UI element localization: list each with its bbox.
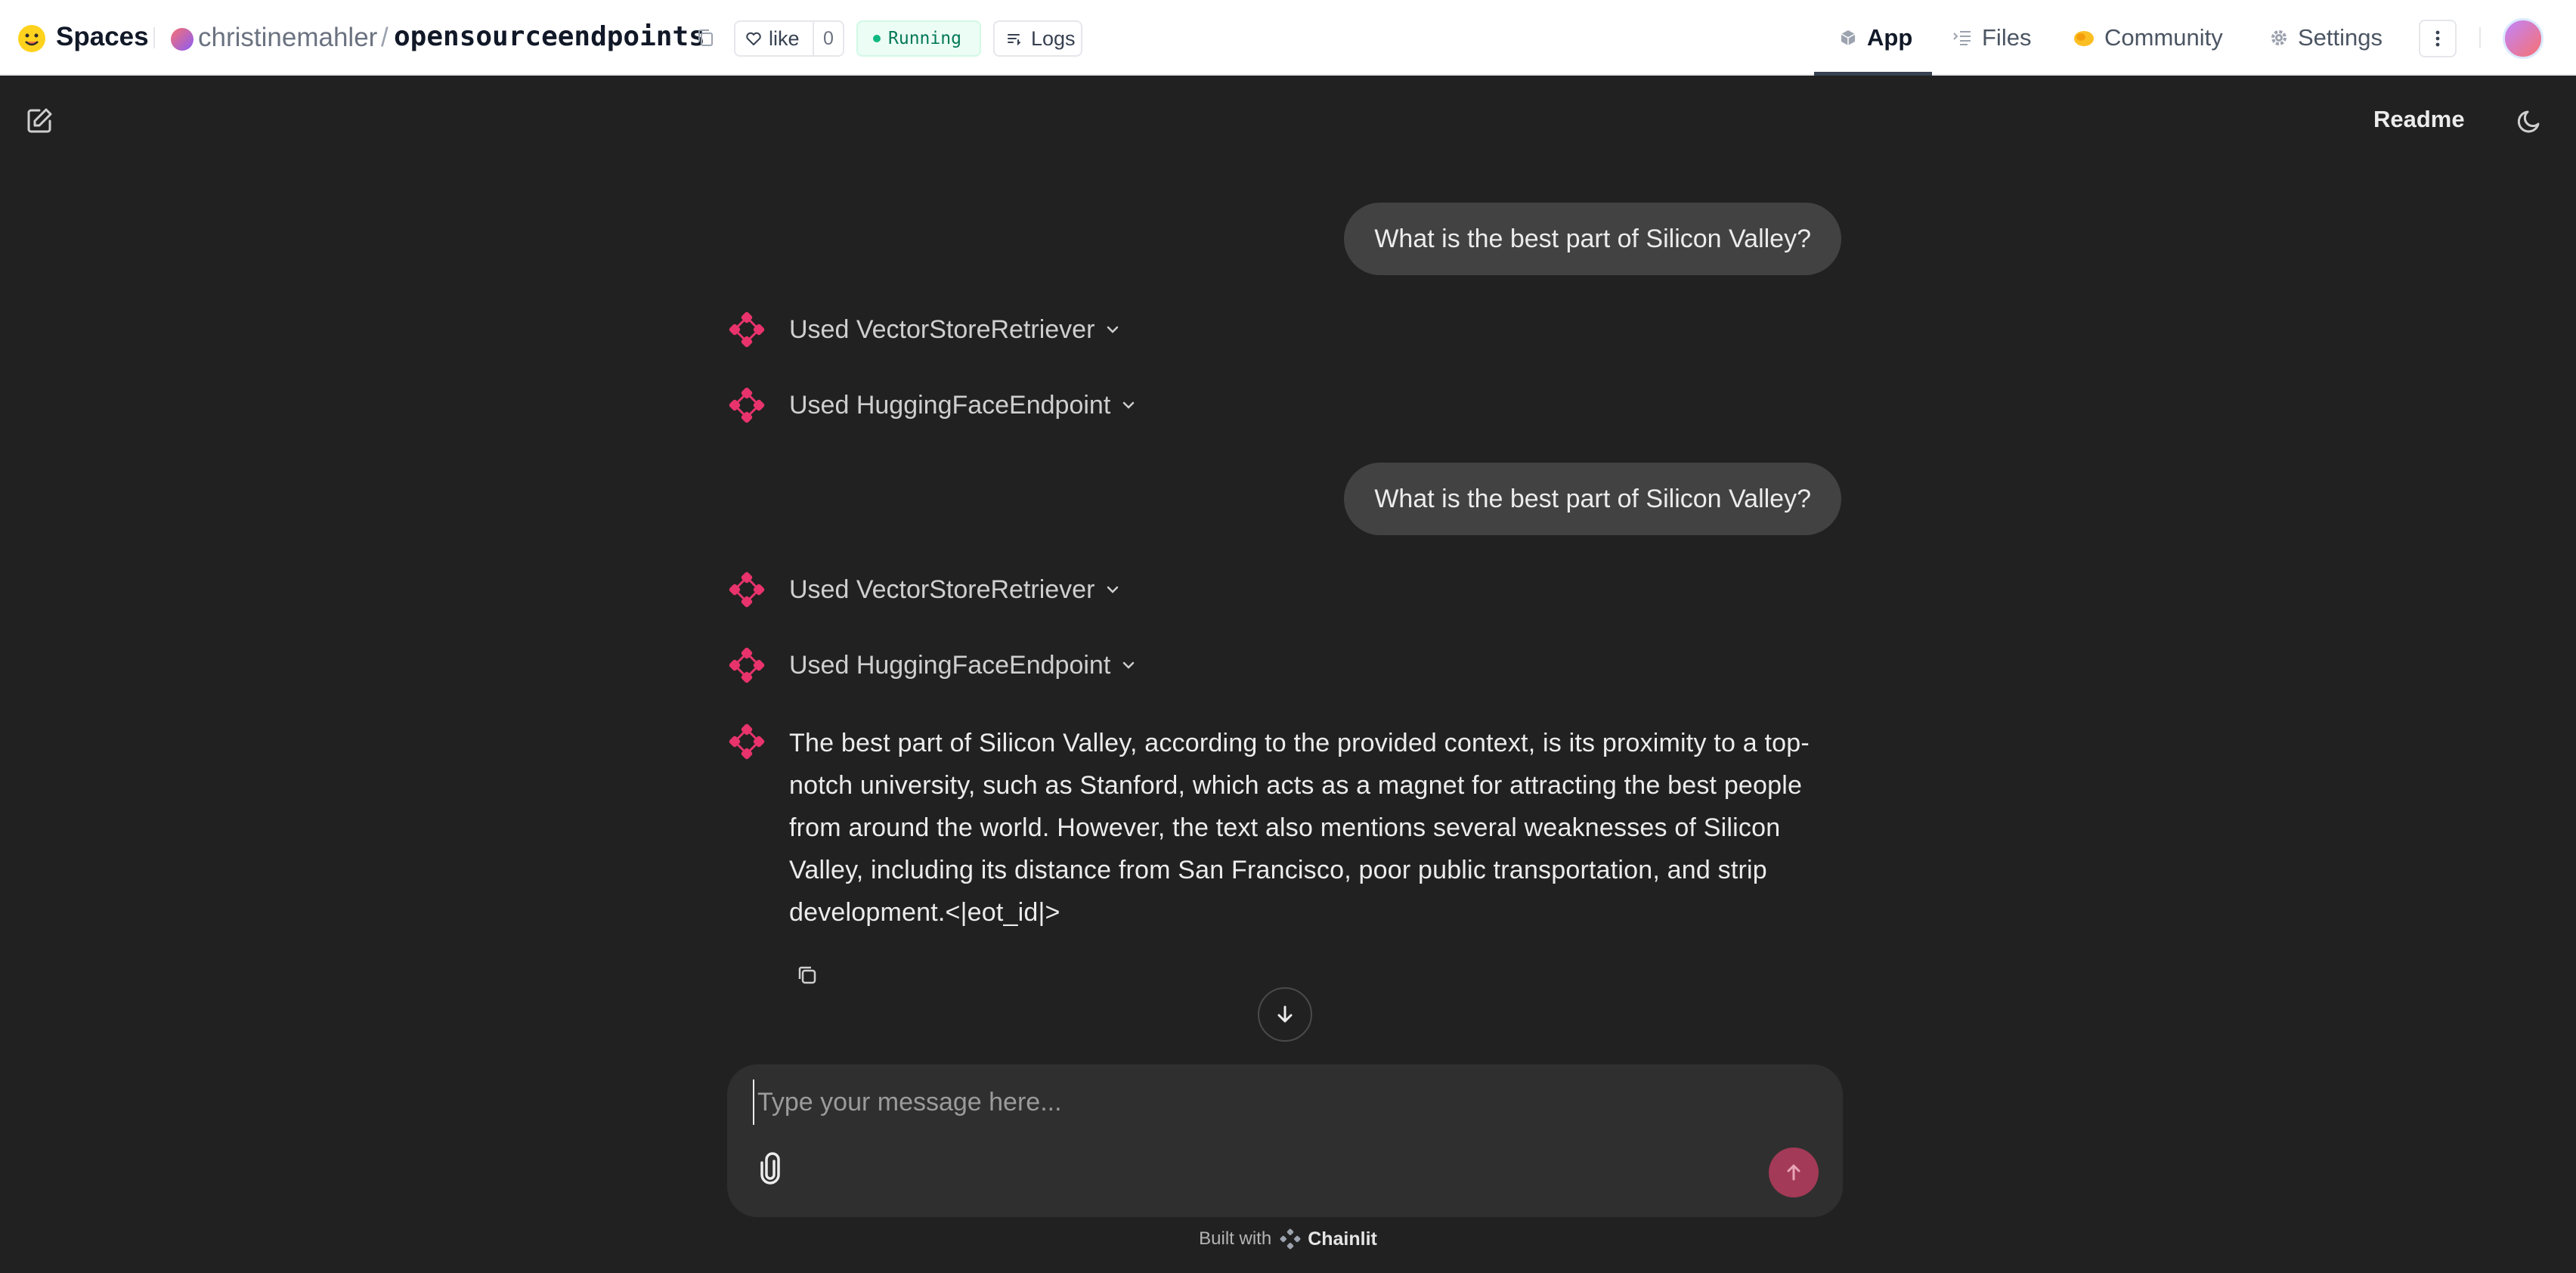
edit-icon [27,108,52,133]
copy-message-button[interactable] [792,960,822,990]
logs-label: Logs [1031,26,1076,50]
assistant-message: The best part of Silicon Valley, accordi… [727,722,1843,934]
cube-icon [1841,30,1856,45]
more-vertical-icon [2435,30,2440,47]
chevron-down-icon [1123,401,1135,409]
tab-app-label: App [1867,24,1913,51]
tab-settings[interactable]: Settings [2269,17,2382,59]
arrow-down-icon [1277,1005,1293,1023]
assistant-message-text: The best part of Silicon Valley, accordi… [789,729,1810,927]
step-huggingface-endpoint[interactable]: Used HuggingFaceEndpoint [727,384,1138,426]
chevron-down-icon [1123,661,1135,669]
new-chat-button[interactable] [21,103,57,139]
tab-settings-label: Settings [2298,24,2383,51]
chainlit-link[interactable]: Chainlit [1279,1228,1377,1250]
copy-icon[interactable] [694,26,718,50]
step-vectorstore-retriever[interactable]: Used VectorStoreRetriever [727,308,1122,351]
chainlit-logo-icon [1280,1228,1301,1250]
status-badge: Running [856,20,981,57]
chainlit-avatar-icon [729,571,765,608]
footer: Built with Chainlit [0,1228,2576,1250]
chevron-down-icon [1107,586,1119,593]
moon-icon [2517,110,2540,133]
user-avatar[interactable] [2503,18,2543,59]
tab-files-label: Files [1982,24,2032,51]
chainlit-avatar-icon [729,387,765,423]
step-label: Used VectorStoreRetriever [789,314,1095,344]
gear-icon [2271,30,2287,45]
like-group: like 0 [734,20,844,57]
like-button[interactable]: like [735,22,814,55]
divider [2479,27,2481,48]
chevron-down-icon [1107,326,1119,333]
like-label: like [769,26,800,50]
status-text: Running [888,29,961,48]
like-count[interactable]: 0 [814,28,843,50]
chainlit-brand-label: Chainlit [1308,1228,1377,1250]
files-icon [1953,31,1971,45]
repo-name-link[interactable]: opensourceendpoints [394,21,705,52]
logs-button[interactable]: Logs [993,20,1082,57]
user-message: What is the best part of Silicon Valley? [1344,203,1841,275]
breadcrumb-separator: / [381,23,389,52]
theme-toggle-button[interactable] [2511,103,2549,141]
step-huggingface-endpoint[interactable]: Used HuggingFaceEndpoint [727,644,1138,686]
huggingface-logo-icon[interactable] [17,23,47,54]
step-vectorstore-retriever[interactable]: Used VectorStoreRetriever [727,568,1122,611]
divider [153,27,155,48]
community-icon [2074,31,2094,46]
message-input[interactable] [753,1079,1796,1125]
logs-icon [1008,34,1020,46]
owner-link[interactable]: christinemahler [198,23,377,53]
spaces-link[interactable]: Spaces [56,22,149,52]
step-label: Used HuggingFaceEndpoint [789,390,1111,420]
copy-icon [798,966,816,984]
hf-header: Spaces christinemahler / opensourceendpo… [0,0,2576,76]
chat-app: Readme What is the best part of Silicon … [0,76,2576,1273]
heart-icon [746,32,761,45]
arrow-up-icon [1787,1164,1800,1181]
tab-community-label: Community [2104,24,2223,51]
tab-app[interactable]: App [1838,17,1912,59]
readme-button[interactable]: Readme [2373,106,2465,133]
owner-avatar[interactable] [171,28,194,51]
attach-file-button[interactable] [750,1148,792,1190]
scroll-to-bottom-button[interactable] [1258,987,1312,1042]
tab-community[interactable]: Community [2073,17,2223,59]
more-options-button[interactable] [2419,20,2457,57]
step-label: Used VectorStoreRetriever [789,575,1095,604]
paperclip-icon [760,1152,780,1185]
status-dot-icon [873,35,881,42]
message-composer [727,1064,1843,1217]
chainlit-avatar-icon [729,647,765,683]
tab-files[interactable]: Files [1952,17,2031,59]
chainlit-avatar-icon [729,311,765,348]
user-message: What is the best part of Silicon Valley? [1344,463,1841,535]
step-label: Used HuggingFaceEndpoint [789,650,1111,680]
chainlit-avatar-icon [729,723,765,760]
send-button[interactable] [1769,1148,1819,1197]
built-with-label: Built with [1199,1228,1272,1249]
